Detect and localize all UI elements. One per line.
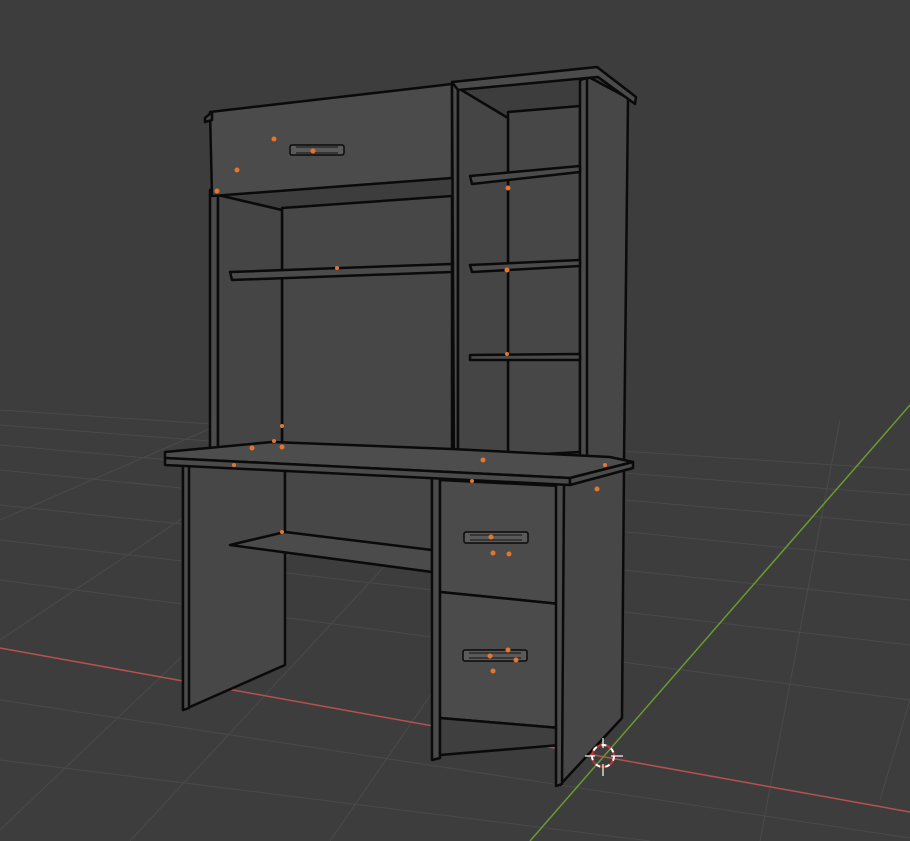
object-origin-icon [490,668,496,674]
tower-shelf-3[interactable] [468,352,582,362]
drawer-handle-icon[interactable] [463,531,529,544]
object-origin-icon [506,551,512,557]
object-origin-icon [470,479,474,483]
object-origin-icon [490,550,496,556]
drawer-handle-icon[interactable] [289,144,345,156]
object-origin-icon [232,463,236,467]
object-origin-icon [249,445,255,451]
object-origin-icon [335,266,339,270]
tower-inner-left[interactable] [456,86,510,464]
desk-left-leg-front[interactable] [181,460,191,712]
object-origin-icon [480,457,486,463]
object-origin-icon [280,424,284,428]
object-origin-icon [505,185,511,191]
object-origin-icon [271,136,277,142]
object-origin-icon [505,647,511,653]
object-origin-icon [603,463,607,467]
hutch-inner-side[interactable] [216,193,284,454]
object-origin-icon [234,167,240,173]
hutch-back-panel[interactable] [280,194,454,452]
3d-viewport[interactable] [0,0,910,841]
object-origin-icon [280,530,284,534]
tower-front-edge[interactable] [578,76,589,472]
object-origin-icon [594,486,600,492]
object-origin-icon [310,148,316,154]
object-origin-icon [272,439,276,443]
object-origin-icon [487,653,493,659]
object-origin-icon [214,188,220,194]
pedestal-front-edge[interactable] [554,482,566,788]
desk-left-leg[interactable] [181,460,287,712]
object-origin-icon [279,444,285,450]
object-origin-icon [504,267,510,273]
object-origin-icon [505,352,509,356]
tower-back-panel[interactable] [506,104,582,458]
object-origin-icon [488,534,494,540]
object-origin-icon [513,657,519,663]
viewport-canvas[interactable] [0,0,910,841]
